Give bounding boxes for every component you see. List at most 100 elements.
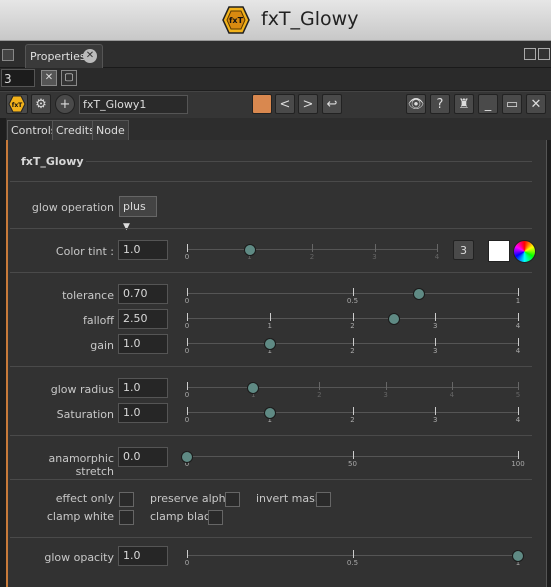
color-tint-slider[interactable]: 01234 xyxy=(185,240,440,261)
divider xyxy=(10,272,532,273)
clamp-white-checkbox[interactable] xyxy=(119,510,134,525)
slider-tick xyxy=(187,288,188,296)
divider xyxy=(10,537,532,538)
window-titlebar: fxT fxT_Glowy xyxy=(0,0,551,41)
slider-tick xyxy=(518,382,519,390)
glow-radius-input[interactable]: 1.0 xyxy=(118,378,168,398)
slider-tick-label: 0 xyxy=(184,416,190,424)
color-tint-input[interactable]: 1.0 xyxy=(118,240,168,260)
falloff-slider[interactable]: 0 1 2 3 4 xyxy=(184,309,521,330)
float-node-icon[interactable]: ▭ xyxy=(502,94,522,114)
slider-tick-label: 3 xyxy=(433,347,438,355)
slider-tick xyxy=(352,550,354,558)
slider-tick-label: 3 xyxy=(372,253,377,261)
falloff-label: falloff xyxy=(82,314,114,327)
color-swatch[interactable] xyxy=(488,240,510,262)
slider-tick-label: 5 xyxy=(515,391,521,399)
slider-tick-label: 4 xyxy=(515,347,521,355)
glow-radius-label: glow radius xyxy=(50,383,114,396)
slider-tick-label: 2 xyxy=(350,322,355,330)
revert-button[interactable]: ↩ xyxy=(322,94,342,114)
node-name-input[interactable]: fxT_Glowy1 xyxy=(79,95,188,114)
node-tabs: Controls Credits Node xyxy=(6,118,551,140)
divider xyxy=(10,479,532,480)
slider-tick xyxy=(435,407,437,415)
maximize-panel-icon[interactable] xyxy=(538,48,550,60)
close-tab-icon[interactable]: ✕ xyxy=(83,49,97,63)
slider-knob[interactable] xyxy=(412,288,425,300)
clamp-black-checkbox[interactable] xyxy=(208,510,223,525)
tolerance-slider[interactable]: 0 0.5 1 xyxy=(185,284,521,305)
node-color-button[interactable] xyxy=(252,94,272,114)
add-knob-icon[interactable]: + xyxy=(55,94,75,114)
slider-tick-label: 4 xyxy=(515,322,521,330)
saturation-input[interactable]: 1.0 xyxy=(118,403,168,423)
invert-mask-checkbox[interactable] xyxy=(316,492,331,507)
glow-opacity-slider[interactable]: 0 0.5 1 xyxy=(185,546,524,567)
slider-tick-label: 0 xyxy=(184,347,190,355)
effect-only-checkbox[interactable] xyxy=(119,492,134,507)
help-icon[interactable]: ? xyxy=(430,94,450,114)
slider-tick-label: 1 xyxy=(515,297,521,305)
slider-track[interactable] xyxy=(187,387,518,388)
color-tint-label: Color tint : xyxy=(55,245,114,258)
slider-knob[interactable] xyxy=(387,313,400,325)
slider-tick xyxy=(518,407,519,415)
tolerance-input[interactable]: 0.70 xyxy=(118,284,168,304)
slider-tick xyxy=(352,288,354,296)
anamorphic-stretch-slider[interactable]: 0 50 100 xyxy=(181,447,525,468)
slider-knob[interactable] xyxy=(263,338,276,350)
slider-knob[interactable] xyxy=(263,407,276,419)
gain-slider[interactable]: 01234 xyxy=(184,334,521,355)
slider-knob[interactable] xyxy=(247,382,260,394)
glow-opacity-input[interactable]: 1.0 xyxy=(118,546,168,566)
slider-knob[interactable] xyxy=(243,244,256,256)
close-node-icon[interactable]: ✕ xyxy=(526,94,546,114)
tab-node[interactable]: Node xyxy=(92,120,129,140)
panel-grip-icon[interactable] xyxy=(2,49,14,61)
max-panels-input[interactable]: 3 xyxy=(1,69,35,87)
undo-button[interactable]: < xyxy=(275,94,295,114)
slider-tick-label: 0 xyxy=(184,322,190,330)
glow-radius-slider[interactable]: 012345 xyxy=(185,378,521,399)
redo-button[interactable]: > xyxy=(298,94,318,114)
node-type-icon: fxT xyxy=(6,94,28,114)
tab-properties[interactable]: Properties ✕ xyxy=(25,44,103,68)
clamp-black-label: clamp black xyxy=(150,510,217,523)
slider-tick xyxy=(187,550,188,558)
slider-knob[interactable] xyxy=(512,550,524,562)
panel-toolbar: 3 ✕ ▢ xyxy=(0,68,551,90)
saturation-slider[interactable]: 01234 xyxy=(184,403,520,424)
clear-panels-button[interactable]: ✕ xyxy=(41,70,57,86)
gain-label: gain xyxy=(90,339,114,352)
anamorphic-stretch-input[interactable]: 0.0 xyxy=(118,447,168,467)
slider-tick-label: 3 xyxy=(433,416,438,424)
float-properties-button[interactable]: ▢ xyxy=(61,70,77,86)
float-panel-icon[interactable] xyxy=(524,48,536,60)
slider-tick-label: 0.5 xyxy=(346,297,359,305)
slider-knob[interactable] xyxy=(181,451,193,463)
gain-input[interactable]: 1.0 xyxy=(118,334,168,354)
divider xyxy=(86,161,532,162)
slider-tick-label: 4 xyxy=(449,391,455,399)
clamp-white-label: clamp white xyxy=(46,510,114,523)
slider-tick xyxy=(352,338,354,346)
slider-tick xyxy=(437,244,438,252)
slider-tick-label: 4 xyxy=(434,253,440,261)
slider-tick-label: 2 xyxy=(350,347,355,355)
minimize-icon[interactable]: _ xyxy=(478,94,498,114)
node-graph-icon[interactable]: ♜ xyxy=(454,94,474,114)
slider-tick xyxy=(352,407,354,415)
settings-gear-icon[interactable]: ⚙ xyxy=(31,94,51,114)
color-channels-button[interactable]: 3 xyxy=(453,240,474,260)
node-toolbar: fxT ⚙ + fxT_Glowy1 < > ↩ 👁 ? ♜ _ ▭ ✕ xyxy=(0,91,551,119)
color-wheel-icon[interactable] xyxy=(513,240,536,263)
glow-operation-select[interactable]: plus ▼ xyxy=(119,196,157,232)
falloff-input[interactable]: 2.50 xyxy=(118,309,168,329)
preserve-alpha-checkbox[interactable] xyxy=(225,492,240,507)
logo-text: fxT xyxy=(229,16,244,25)
slider-tick xyxy=(518,313,519,321)
view-node-icon[interactable]: 👁 xyxy=(406,94,426,114)
slider-tick-label: 0.5 xyxy=(346,559,359,567)
window-title: fxT_Glowy xyxy=(261,8,359,30)
